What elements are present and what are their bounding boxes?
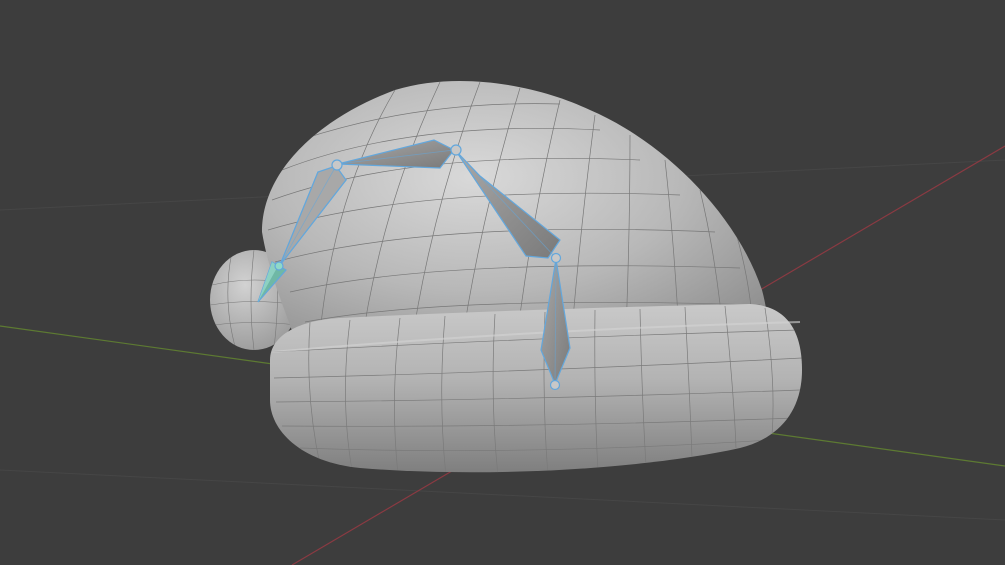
joint-5[interactable]: [549, 379, 561, 391]
joint-2[interactable]: [331, 159, 343, 171]
joint-4[interactable]: [550, 252, 562, 264]
3d-viewport[interactable]: [0, 0, 1005, 565]
joint-3[interactable]: [450, 144, 462, 156]
santa-hat-mesh[interactable]: [210, 80, 802, 476]
hat-brim[interactable]: [270, 304, 802, 476]
viewport-scene[interactable]: [0, 0, 1005, 565]
joint-tip[interactable]: [274, 261, 284, 271]
